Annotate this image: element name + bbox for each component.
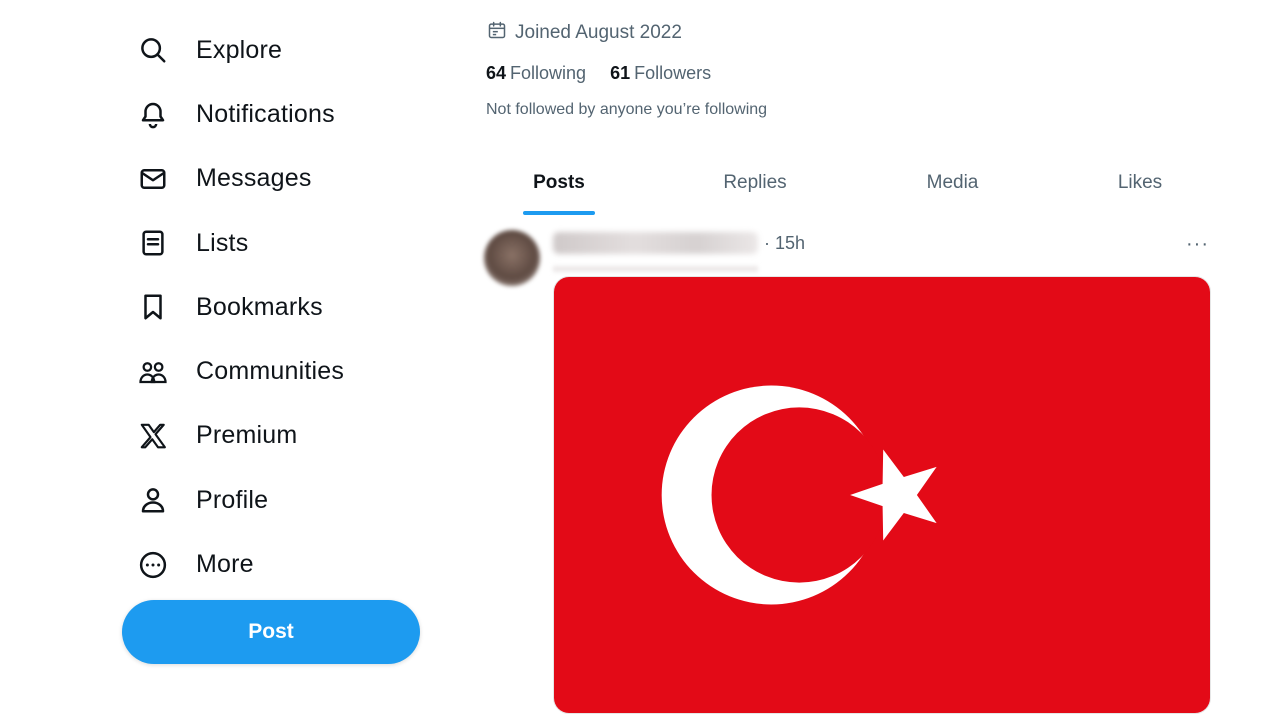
followers-link[interactable]: 61 Followers (610, 63, 711, 84)
tab-posts[interactable]: Posts (510, 150, 608, 215)
sidebar-item-communities[interactable]: Communities (130, 339, 430, 403)
tab-media[interactable]: Media (905, 150, 1000, 215)
profile-page: Explore Notifications Messages Lists Boo… (0, 0, 1280, 720)
post-time: · 15h (764, 232, 806, 253)
x-logo-icon (136, 419, 170, 453)
bookmark-icon (136, 290, 170, 324)
sidebar-item-notifications[interactable]: Notifications (130, 82, 430, 146)
sidebar-item-messages[interactable]: Messages (130, 147, 430, 211)
bell-icon (136, 97, 170, 131)
tab-replies[interactable]: Replies (705, 150, 805, 215)
avatar[interactable] (484, 230, 540, 286)
blurred-author-name[interactable] (553, 232, 758, 254)
sidebar-item-label: Communities (196, 357, 345, 386)
post-button[interactable]: Post (122, 600, 420, 664)
blurred-post-text (553, 266, 758, 272)
sidebar-item-label: Notifications (196, 99, 335, 128)
tab-label: Replies (723, 171, 787, 193)
sidebar-item-explore[interactable]: Explore (130, 18, 430, 82)
post-header: · 15h (553, 232, 805, 254)
sidebar-item-label: Explore (196, 35, 283, 64)
following-count: 64 (486, 63, 507, 83)
more-options-icon[interactable]: ··· (1186, 233, 1209, 256)
sidebar-item-label: Premium (196, 421, 298, 450)
sidebar-item-label: Lists (196, 228, 249, 257)
tab-label: Likes (1117, 171, 1163, 193)
tab-likes[interactable]: Likes (1100, 150, 1180, 215)
list-icon (136, 226, 170, 260)
joined-date: Joined August 2022 (487, 20, 682, 46)
sidebar-item-lists[interactable]: Lists (130, 211, 430, 275)
followers-count: 61 (610, 63, 631, 83)
active-tab-indicator (523, 211, 595, 215)
sidebar-item-label: Profile (196, 485, 269, 514)
sidebar-item-premium[interactable]: Premium (130, 404, 430, 468)
communities-icon (136, 355, 170, 389)
post-image-turkish-flag[interactable] (553, 276, 1211, 714)
sidebar-item-profile[interactable]: Profile (130, 468, 430, 532)
search-icon (136, 33, 170, 67)
calendar-icon (487, 20, 515, 46)
joined-text: Joined August 2022 (515, 22, 682, 43)
tab-label: Posts (533, 171, 585, 193)
following-link[interactable]: 64 Following (486, 63, 586, 84)
not-followed-note: Not followed by anyone you’re following (486, 101, 768, 118)
tab-label: Media (926, 171, 979, 193)
following-label: Following (510, 63, 587, 83)
followers-label: Followers (634, 63, 712, 83)
sidebar-nav: Explore Notifications Messages Lists Boo… (130, 18, 430, 597)
sidebar-item-label: More (196, 550, 254, 579)
follow-stats: 64 Following 61 Followers (486, 63, 711, 84)
sidebar-item-label: Messages (196, 164, 312, 193)
profile-tabs: Posts Replies Media Likes (460, 150, 1240, 215)
sidebar-item-bookmarks[interactable]: Bookmarks (130, 275, 430, 339)
person-icon (136, 483, 170, 517)
sidebar-item-label: Bookmarks (196, 292, 323, 321)
more-circle-icon (136, 548, 170, 582)
sidebar-item-more[interactable]: More (130, 532, 430, 596)
envelope-icon (136, 162, 170, 196)
